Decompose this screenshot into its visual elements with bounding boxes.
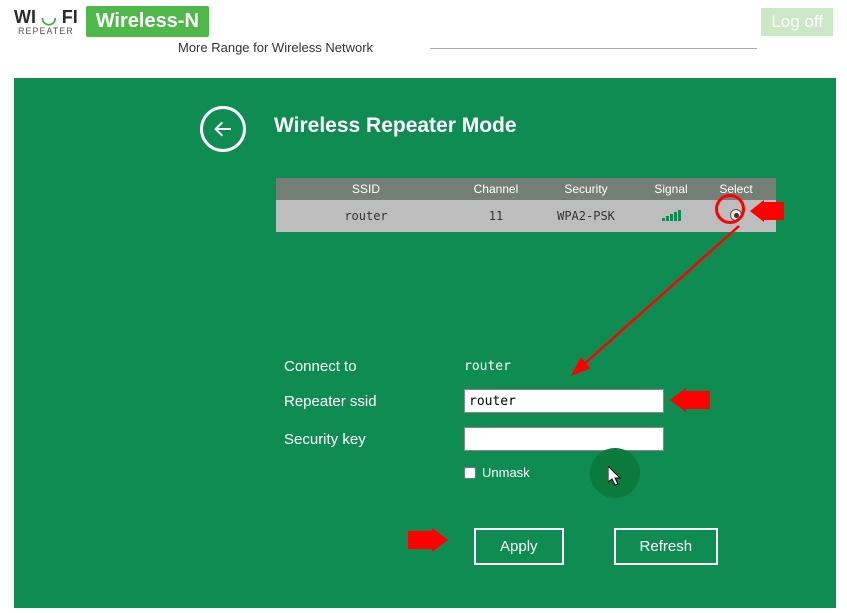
unmask-checkbox[interactable] (464, 467, 476, 479)
logoff-button[interactable]: Log off (761, 8, 833, 36)
cell-security: WPA2-PSK (536, 209, 636, 223)
security-key-label: Security key (284, 431, 464, 448)
cell-signal (636, 209, 706, 224)
select-radio[interactable] (730, 209, 742, 221)
back-button[interactable] (200, 106, 246, 152)
cell-channel: 11 (456, 209, 536, 223)
table-row[interactable]: router 11 WPA2-PSK (276, 200, 776, 232)
col-header-channel: Channel (456, 182, 536, 196)
cell-ssid: router (276, 209, 456, 223)
button-row: Apply Refresh (474, 528, 718, 565)
col-header-ssid: SSID (276, 182, 456, 196)
connect-to-value: router (464, 359, 511, 374)
col-header-select: Select (706, 182, 766, 196)
brand-badge: Wireless-N (86, 6, 209, 37)
col-header-security: Security (536, 182, 636, 196)
header-divider (430, 48, 757, 49)
tagline: More Range for Wireless Network (178, 40, 373, 55)
logo-block: WI ◡ FI REPEATER Wireless-N (14, 6, 209, 37)
signal-icon (662, 209, 681, 221)
app-header: WI ◡ FI REPEATER Wireless-N More Range f… (0, 0, 847, 37)
network-table: SSID Channel Security Signal Select rout… (276, 178, 776, 232)
logo-subtext: REPEATER (14, 26, 78, 36)
unmask-label: Unmask (482, 465, 530, 480)
repeater-ssid-input[interactable] (464, 389, 664, 413)
main-panel: Wireless Repeater Mode SSID Channel Secu… (14, 78, 836, 608)
cell-select (706, 209, 766, 224)
annotation-long-arrow-icon (564, 218, 754, 378)
repeater-ssid-label: Repeater ssid (284, 393, 464, 410)
network-table-header: SSID Channel Security Signal Select (276, 178, 776, 200)
arrow-left-icon (211, 117, 235, 141)
security-key-input[interactable] (464, 427, 664, 451)
connect-to-label: Connect to (284, 358, 464, 375)
page-title: Wireless Repeater Mode (274, 114, 517, 138)
refresh-button[interactable]: Refresh (614, 528, 719, 565)
config-form: Connect to router Repeater ssid Security… (284, 358, 764, 480)
apply-button[interactable]: Apply (474, 528, 564, 565)
col-header-signal: Signal (636, 182, 706, 196)
wifi-logo: WI ◡ FI REPEATER (14, 8, 78, 36)
annotation-arrow-icon (408, 528, 448, 552)
